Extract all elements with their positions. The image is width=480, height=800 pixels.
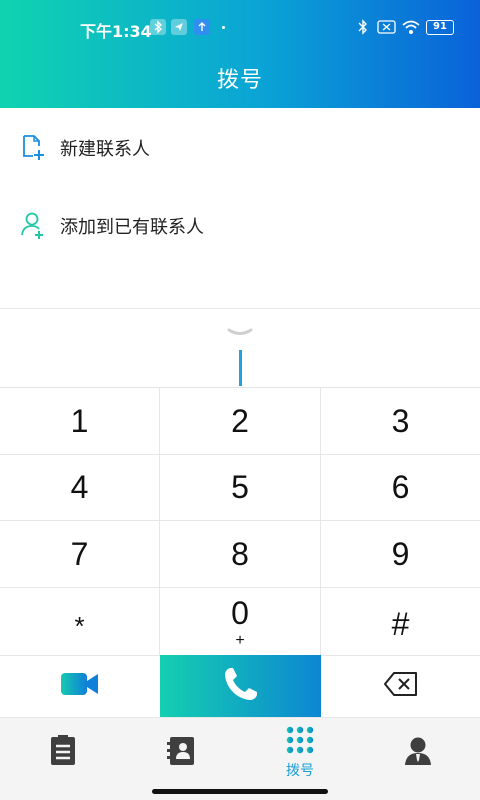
list-icon (49, 735, 77, 771)
video-call-icon (60, 670, 100, 702)
add-existing-contact-item[interactable]: 添加到已有联系人 (0, 196, 480, 256)
tab-records[interactable] (3, 718, 123, 788)
tab-bar: 拨号 (0, 717, 480, 800)
status-time: 下午1:34 (80, 22, 152, 41)
key-star[interactable]: * (0, 588, 160, 656)
bluetooth-icon (356, 19, 370, 39)
call-actions (0, 655, 480, 717)
add-document-icon (20, 133, 46, 161)
new-contact-item[interactable]: 新建联系人 (0, 118, 480, 178)
key-7[interactable]: 7 (0, 521, 160, 588)
add-existing-contact-label: 添加到已有联系人 (60, 217, 204, 238)
delete-button[interactable] (321, 655, 480, 717)
key-4[interactable]: 4 (0, 455, 160, 521)
battery-icon: 91 (426, 20, 454, 35)
call-button[interactable] (160, 655, 321, 717)
no-sim-icon (377, 19, 397, 39)
notification-dot (222, 26, 225, 29)
wifi-icon (401, 19, 421, 39)
bluetooth-icon (150, 19, 166, 35)
status-bar: 下午1:34 91 (0, 14, 480, 42)
new-contact-label: 新建联系人 (60, 139, 150, 160)
divider (0, 308, 480, 309)
backspace-icon (383, 671, 419, 701)
profile-icon (404, 736, 432, 770)
add-person-icon (20, 211, 46, 239)
chevron-down-icon[interactable] (226, 326, 254, 340)
input-cursor (239, 350, 242, 386)
key-6[interactable]: 6 (321, 455, 480, 521)
tab-profile[interactable] (358, 718, 478, 788)
dial-keypad: 1 2 3 4 5 6 7 8 9 * 0 + # (0, 387, 480, 656)
key-hash[interactable]: # (321, 588, 480, 656)
dialpad-icon (285, 726, 315, 758)
key-3[interactable]: 3 (321, 388, 480, 455)
video-call-button[interactable] (0, 655, 160, 717)
location-icon (171, 19, 187, 35)
upload-icon (194, 19, 210, 35)
tab-dialer[interactable]: 拨号 (240, 718, 360, 788)
tab-contacts[interactable] (122, 718, 242, 788)
home-indicator[interactable] (152, 789, 328, 794)
contacts-book-icon (167, 735, 197, 771)
key-5[interactable]: 5 (160, 455, 321, 521)
key-0-plus: + (235, 632, 245, 649)
page-title: 拨号 (216, 68, 263, 93)
key-8[interactable]: 8 (160, 521, 321, 588)
tab-dialer-label: 拨号 (286, 763, 314, 779)
key-1[interactable]: 1 (0, 388, 160, 455)
key-0[interactable]: 0 + (160, 588, 321, 656)
key-9[interactable]: 9 (321, 521, 480, 588)
phone-icon (222, 665, 260, 707)
header: 下午1:34 91 拨号 (0, 0, 480, 108)
key-2[interactable]: 2 (160, 388, 321, 455)
